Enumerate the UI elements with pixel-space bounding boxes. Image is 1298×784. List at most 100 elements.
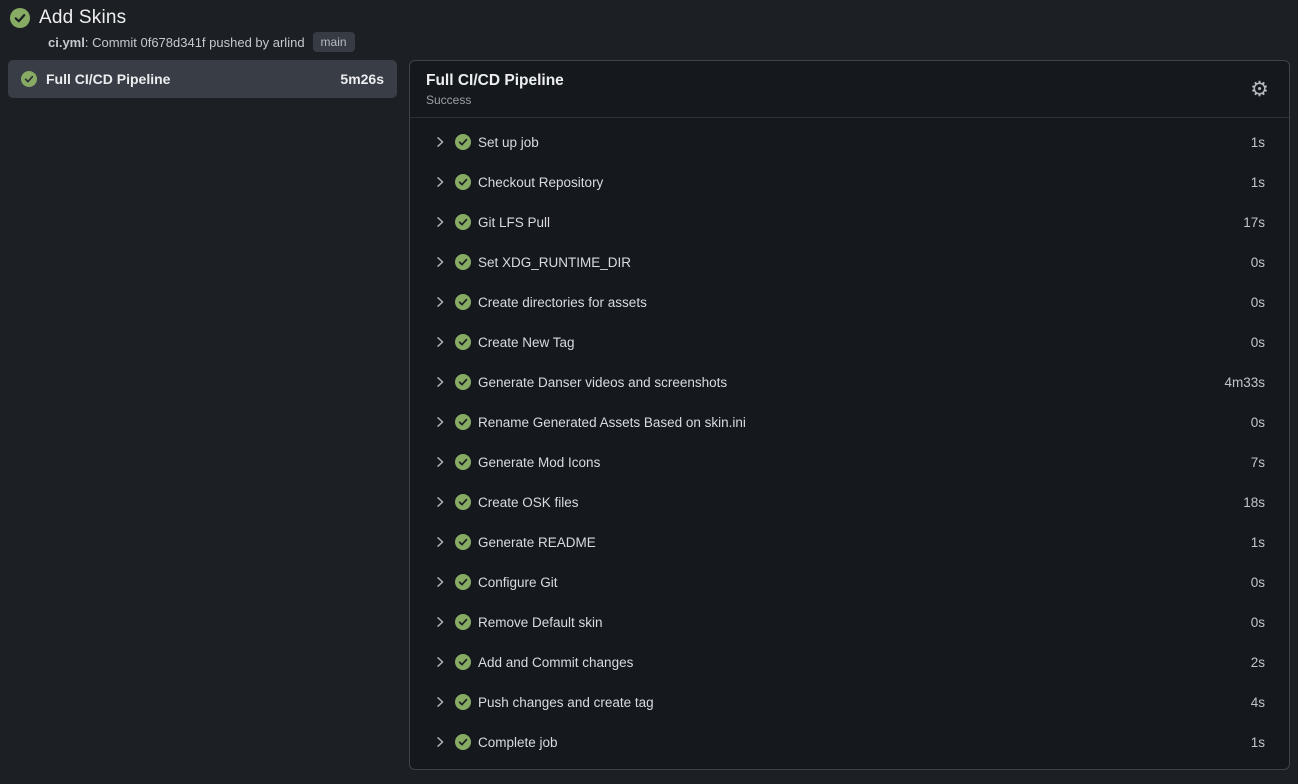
step-duration: 0s (1251, 335, 1265, 350)
steps-list: Set up job 1s Checkout Repository 1s (410, 118, 1289, 769)
chevron-right-icon (434, 376, 446, 388)
step-row[interactable]: Checkout Repository 1s (410, 162, 1289, 202)
step-duration: 1s (1251, 175, 1265, 190)
chevron-right-icon (434, 456, 446, 468)
panel-status-text: Success (426, 93, 564, 107)
step-duration: 17s (1243, 215, 1265, 230)
step-duration: 18s (1243, 495, 1265, 510)
branch-badge[interactable]: main (313, 32, 355, 52)
step-success-icon (455, 614, 471, 630)
step-duration: 0s (1251, 415, 1265, 430)
step-row[interactable]: Push changes and create tag 4s (410, 682, 1289, 722)
step-success-icon (455, 174, 471, 190)
panel-header: Full CI/CD Pipeline Success ⚙ (410, 61, 1289, 117)
jobs-sidebar: Full CI/CD Pipeline 5m26s (8, 60, 397, 98)
step-duration: 1s (1251, 535, 1265, 550)
step-duration: 0s (1251, 615, 1265, 630)
run-header-top: Add Skins (10, 7, 1288, 29)
commit-text: : Commit 0f678d341f pushed by arlind (85, 35, 305, 50)
step-label: Complete job (478, 735, 1251, 750)
chevron-right-icon (434, 536, 446, 548)
step-success-icon (455, 494, 471, 510)
step-success-icon (455, 334, 471, 350)
step-duration: 0s (1251, 295, 1265, 310)
step-success-icon (455, 134, 471, 150)
step-duration: 1s (1251, 135, 1265, 150)
step-label: Set up job (478, 135, 1251, 150)
step-row[interactable]: Create New Tag 0s (410, 322, 1289, 362)
step-success-icon (455, 734, 471, 750)
chevron-right-icon (434, 416, 446, 428)
chevron-right-icon (434, 736, 446, 748)
step-success-icon (455, 574, 471, 590)
step-row[interactable]: Add and Commit changes 2s (410, 642, 1289, 682)
job-item-full-pipeline[interactable]: Full CI/CD Pipeline 5m26s (8, 60, 397, 98)
panel-header-text: Full CI/CD Pipeline Success (426, 72, 564, 107)
commit-summary: ci.yml: Commit 0f678d341f pushed by arli… (48, 35, 305, 50)
step-label: Checkout Repository (478, 175, 1251, 190)
step-label: Generate README (478, 535, 1251, 550)
run-content: Full CI/CD Pipeline 5m26s Full CI/CD Pip… (0, 60, 1298, 770)
step-success-icon (455, 374, 471, 390)
run-success-icon (10, 8, 30, 28)
step-label: Add and Commit changes (478, 655, 1251, 670)
step-label: Remove Default skin (478, 615, 1251, 630)
chevron-right-icon (434, 336, 446, 348)
job-duration: 5m26s (340, 71, 384, 87)
chevron-right-icon (434, 696, 446, 708)
run-title: Add Skins (39, 7, 126, 29)
panel-title: Full CI/CD Pipeline (426, 72, 564, 90)
step-success-icon (455, 454, 471, 470)
step-label: Create directories for assets (478, 295, 1251, 310)
workflow-file-link[interactable]: ci.yml (48, 35, 85, 50)
step-row[interactable]: Rename Generated Assets Based on skin.in… (410, 402, 1289, 442)
step-duration: 0s (1251, 255, 1265, 270)
job-name: Full CI/CD Pipeline (46, 71, 331, 87)
step-success-icon (455, 534, 471, 550)
step-success-icon (455, 294, 471, 310)
step-row[interactable]: Set up job 1s (410, 122, 1289, 162)
step-label: Create New Tag (478, 335, 1251, 350)
chevron-right-icon (434, 496, 446, 508)
step-success-icon (455, 694, 471, 710)
step-success-icon (455, 254, 471, 270)
run-header: Add Skins ci.yml: Commit 0f678d341f push… (0, 0, 1298, 60)
step-label: Rename Generated Assets Based on skin.in… (478, 415, 1251, 430)
chevron-right-icon (434, 136, 446, 148)
step-row[interactable]: Generate Mod Icons 7s (410, 442, 1289, 482)
step-success-icon (455, 654, 471, 670)
chevron-right-icon (434, 176, 446, 188)
step-label: Set XDG_RUNTIME_DIR (478, 255, 1251, 270)
step-label: Create OSK files (478, 495, 1243, 510)
step-row[interactable]: Create OSK files 18s (410, 482, 1289, 522)
step-label: Git LFS Pull (478, 215, 1243, 230)
step-duration: 2s (1251, 655, 1265, 670)
step-duration: 4m33s (1224, 375, 1265, 390)
step-row[interactable]: Git LFS Pull 17s (410, 202, 1289, 242)
chevron-right-icon (434, 576, 446, 588)
step-row[interactable]: Complete job 1s (410, 722, 1289, 762)
step-row[interactable]: Configure Git 0s (410, 562, 1289, 602)
job-detail-panel: Full CI/CD Pipeline Success ⚙ Set up job… (409, 60, 1290, 770)
chevron-right-icon (434, 616, 446, 628)
step-row[interactable]: Generate Danser videos and screenshots 4… (410, 362, 1289, 402)
step-row[interactable]: Create directories for assets 0s (410, 282, 1289, 322)
actions-run-page: Add Skins ci.yml: Commit 0f678d341f push… (0, 0, 1298, 770)
step-success-icon (455, 214, 471, 230)
chevron-right-icon (434, 656, 446, 668)
chevron-right-icon (434, 216, 446, 228)
step-duration: 7s (1251, 455, 1265, 470)
chevron-right-icon (434, 256, 446, 268)
step-row[interactable]: Generate README 1s (410, 522, 1289, 562)
step-duration: 1s (1251, 735, 1265, 750)
job-success-icon (21, 71, 37, 87)
gear-icon[interactable]: ⚙ (1246, 79, 1273, 100)
run-subtitle: ci.yml: Commit 0f678d341f pushed by arli… (48, 32, 1288, 52)
step-label: Generate Danser videos and screenshots (478, 375, 1224, 390)
step-label: Push changes and create tag (478, 695, 1251, 710)
step-row[interactable]: Remove Default skin 0s (410, 602, 1289, 642)
step-row[interactable]: Set XDG_RUNTIME_DIR 0s (410, 242, 1289, 282)
step-success-icon (455, 414, 471, 430)
step-label: Generate Mod Icons (478, 455, 1251, 470)
chevron-right-icon (434, 296, 446, 308)
